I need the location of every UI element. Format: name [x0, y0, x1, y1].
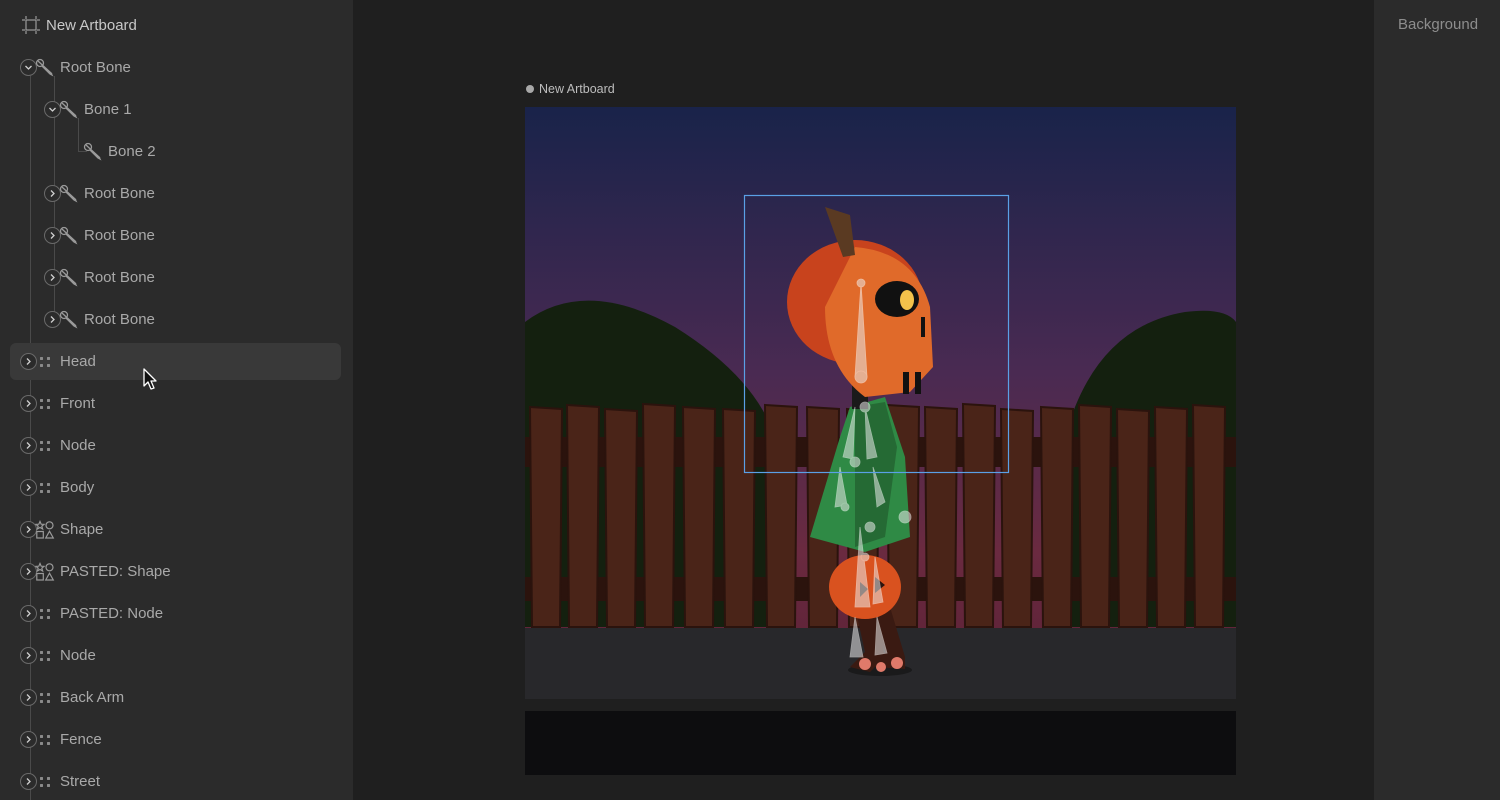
fence-plank: [1153, 405, 1189, 628]
hierarchy-row[interactable]: Root Bone: [10, 259, 341, 296]
hierarchy-row[interactable]: Root Bone: [10, 301, 341, 338]
hierarchy-row[interactable]: Street: [10, 763, 341, 800]
node-icon: [35, 646, 55, 666]
fence-plank: [1191, 403, 1227, 628]
scene-illustration: [525, 107, 1236, 699]
app-window: New Artboard Root Bone Bone 1 Bone 2 Root B…: [0, 0, 1500, 800]
hierarchy-row-label: PASTED: Shape: [60, 563, 171, 580]
hierarchy-row-label: Bone 2: [108, 143, 156, 160]
artboard-dot-icon: [526, 85, 534, 93]
fence-plank: [961, 402, 997, 628]
hierarchy-row-label: Root Bone: [60, 59, 131, 76]
artboard-title: New Artboard: [46, 17, 137, 34]
fence-plank: [1039, 405, 1075, 628]
hierarchy-row[interactable]: PASTED: Shape: [10, 553, 341, 590]
fence-plank: [603, 407, 639, 628]
artboard[interactable]: [525, 107, 1236, 699]
hierarchy-row-label: Root Bone: [84, 227, 155, 244]
node-icon: [35, 352, 55, 372]
bone-icon: [59, 268, 79, 288]
inspector-panel: Background: [1374, 0, 1500, 800]
bone-icon: [59, 226, 79, 246]
hierarchy-row-label: Root Bone: [84, 311, 155, 328]
hierarchy-row[interactable]: Head: [10, 343, 341, 380]
fence-plank: [565, 403, 601, 628]
hierarchy-row-label: Node: [60, 647, 96, 664]
hierarchy-row-label: Fence: [60, 731, 102, 748]
hierarchy-row-label: Bone 1: [84, 101, 132, 118]
fence-plank: [721, 407, 757, 628]
node-icon: [35, 394, 55, 414]
fence-plank: [1115, 407, 1151, 628]
bone-icon: [83, 142, 103, 162]
hierarchy-row-label: Front: [60, 395, 96, 412]
background-label[interactable]: Background: [1398, 16, 1478, 33]
hierarchy-row-label: Body: [60, 479, 95, 496]
hierarchy-row[interactable]: Root Bone: [10, 175, 341, 212]
hierarchy-row-label: Node: [60, 437, 96, 454]
bone-icon: [59, 184, 79, 204]
fence-plank: [681, 405, 717, 628]
hierarchy-row-label: Root Bone: [84, 185, 155, 202]
fence-plank: [1077, 403, 1113, 628]
hierarchy-row-label: Back Arm: [60, 689, 125, 706]
hierarchy-row-label: Street: [60, 773, 101, 790]
secondary-artboard[interactable]: [525, 711, 1236, 775]
fence-plank: [641, 402, 677, 628]
bone-icon: [59, 100, 79, 120]
node-icon: [35, 730, 55, 750]
artboard-icon: [22, 16, 40, 34]
fence-plank: [528, 405, 564, 628]
node-icon: [35, 772, 55, 792]
fence-plank: [923, 405, 959, 628]
hierarchy-row[interactable]: Back Arm: [10, 679, 341, 716]
bone-icon: [59, 310, 79, 330]
hierarchy-row[interactable]: Bone 2: [10, 133, 341, 170]
bone-icon: [35, 58, 55, 78]
node-icon: [35, 436, 55, 456]
artboard-label[interactable]: New Artboard: [526, 82, 615, 96]
hierarchy-row[interactable]: Node: [10, 427, 341, 464]
stage-canvas[interactable]: New Artboard: [353, 0, 1374, 800]
fence-plank: [999, 407, 1035, 628]
hierarchy-row[interactable]: Front: [10, 385, 341, 422]
hierarchy-row-label: Root Bone: [84, 269, 155, 286]
artboard-label-text: New Artboard: [539, 82, 615, 96]
node-icon: [35, 478, 55, 498]
hierarchy-row-label: Head: [60, 353, 96, 370]
hierarchy-row-label: Shape: [60, 521, 104, 538]
fence-plank: [763, 403, 799, 628]
hierarchy-row[interactable]: Node: [10, 637, 341, 674]
hierarchy-row[interactable]: Body: [10, 469, 341, 506]
hierarchy-row[interactable]: Root Bone: [10, 49, 341, 86]
hierarchy-row[interactable]: PASTED: Node: [10, 595, 341, 632]
hierarchy-row[interactable]: Shape: [10, 511, 341, 548]
hierarchy-panel: New Artboard Root Bone Bone 1 Bone 2 Root B…: [0, 0, 353, 800]
node-icon: [35, 688, 55, 708]
artboard-header[interactable]: New Artboard: [0, 0, 353, 52]
hierarchy-row[interactable]: Root Bone: [10, 217, 341, 254]
shape-icon: [34, 520, 55, 540]
shape-icon: [34, 562, 55, 582]
hierarchy-row[interactable]: Fence: [10, 721, 341, 758]
hierarchy-row[interactable]: Bone 1: [10, 91, 341, 128]
node-icon: [35, 604, 55, 624]
mouse-cursor-icon: [143, 368, 157, 390]
hierarchy-row-label: PASTED: Node: [60, 605, 164, 622]
